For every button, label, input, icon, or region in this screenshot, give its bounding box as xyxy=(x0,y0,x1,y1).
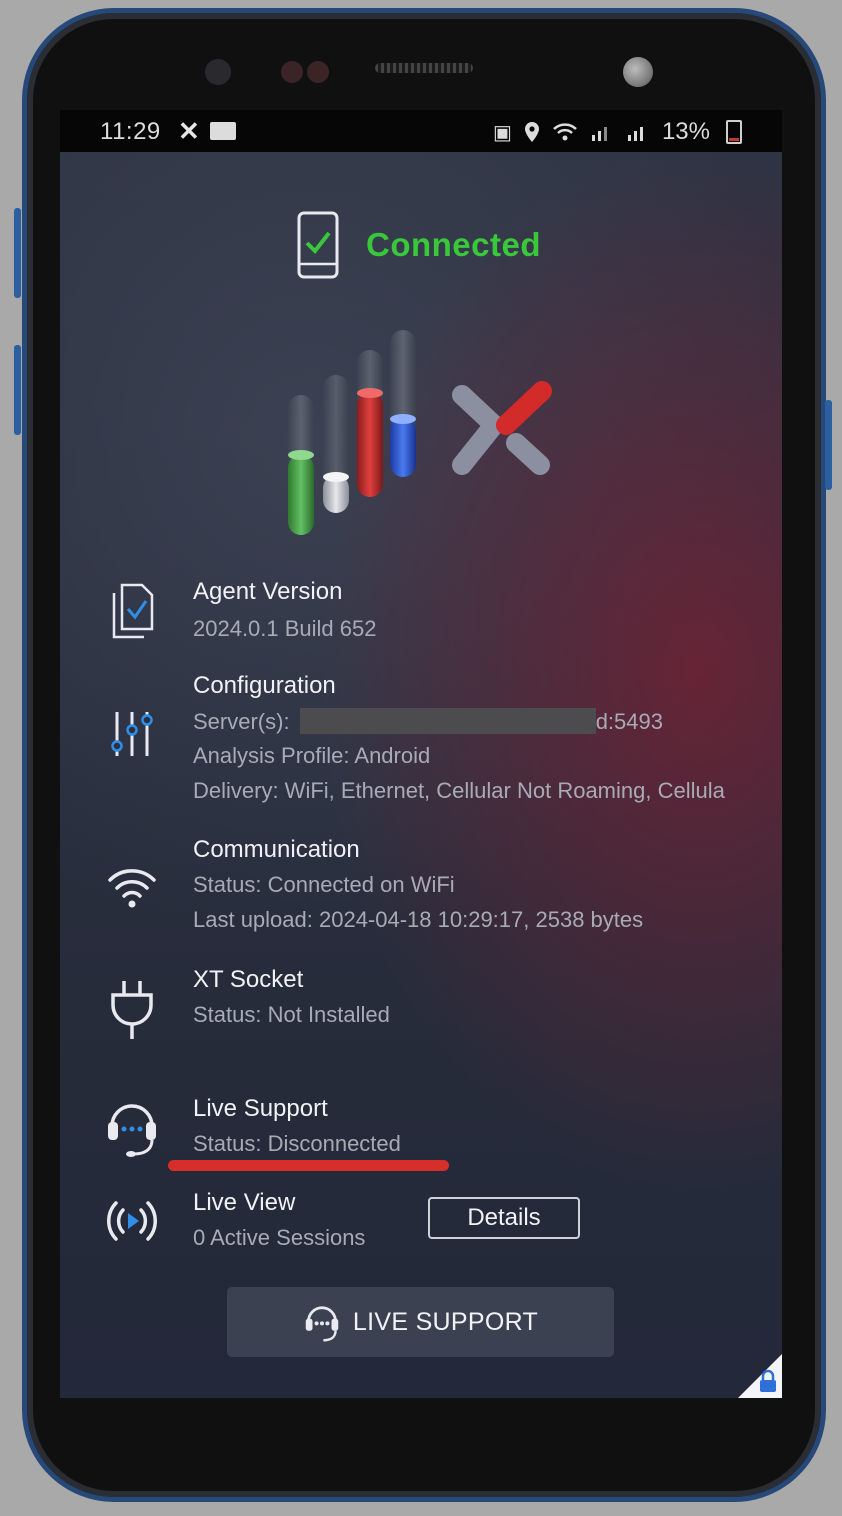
live-view-title: Live View xyxy=(193,1189,296,1216)
plug-icon xyxy=(104,980,160,1040)
wifi-icon xyxy=(104,858,160,918)
app-logo xyxy=(288,330,552,535)
signal-icon-2 xyxy=(627,127,643,141)
broadcast-icon xyxy=(104,1191,160,1251)
connected-label: Connected xyxy=(366,226,542,263)
server-port: d:5493 xyxy=(595,709,663,734)
live-support-button[interactable]: LIVE SUPPORT xyxy=(227,1287,614,1357)
xt-socket-status: Status: Not Installed xyxy=(193,1002,390,1027)
server-label: Server(s): xyxy=(193,709,296,734)
image-notification-icon xyxy=(210,122,236,140)
configuration-title: Configuration xyxy=(193,672,336,699)
live-support-title: Live Support xyxy=(193,1095,328,1122)
phone-check-icon xyxy=(297,211,339,279)
analysis-profile: Analysis Profile: Android xyxy=(193,743,431,768)
earpiece-speaker xyxy=(375,63,473,73)
briefcase-icon: ▣ xyxy=(493,121,512,144)
red-annotation-underline xyxy=(168,1160,449,1171)
status-bar: 11:29 ✕ ▣ 13% xyxy=(60,110,782,152)
volume-down-button xyxy=(14,345,21,435)
redacted-server-value xyxy=(299,708,596,734)
flash xyxy=(623,57,653,87)
server-line: Server(s): d:5493 xyxy=(193,708,663,735)
live-support-status: Status: Disconnected xyxy=(193,1131,401,1156)
sensor xyxy=(281,61,303,83)
document-check-icon xyxy=(104,582,160,642)
connection-status: Connected xyxy=(296,210,541,280)
status-time: 11:29 xyxy=(100,118,161,145)
headset-icon xyxy=(305,1306,339,1342)
live-view-sessions: 0 Active Sessions xyxy=(193,1225,366,1250)
delivery: Delivery: WiFi, Ethernet, Cellular Not R… xyxy=(193,778,725,803)
sliders-icon xyxy=(104,704,160,764)
sensor xyxy=(307,61,329,83)
power-button xyxy=(825,400,832,490)
agent-version-value: 2024.0.1 Build 652 xyxy=(193,616,377,641)
communication-status: Status: Connected on WiFi xyxy=(193,872,455,897)
location-icon xyxy=(524,122,539,142)
volume-up-button xyxy=(14,208,21,298)
app-notification-icon: ✕ xyxy=(178,116,200,146)
headset-icon xyxy=(104,1097,160,1157)
front-camera xyxy=(205,59,231,85)
agent-version-title: Agent Version xyxy=(193,578,343,605)
wifi-icon xyxy=(553,123,577,141)
status-icons: ▣ 13% xyxy=(493,118,742,146)
communication-title: Communication xyxy=(193,836,360,863)
app-screen: 11:29 ✕ ▣ 13% Connected Agent Version 20… xyxy=(60,110,782,1398)
details-button[interactable]: Details xyxy=(428,1197,580,1239)
live-support-button-label: LIVE SUPPORT xyxy=(352,1307,539,1336)
signal-icon xyxy=(591,127,607,141)
battery-percent: 13% xyxy=(661,118,710,145)
last-upload: Last upload: 2024-04-18 10:29:17, 2538 b… xyxy=(193,907,644,932)
lock-corner-icon[interactable] xyxy=(738,1354,782,1398)
battery-icon xyxy=(726,120,742,144)
xt-socket-title: XT Socket xyxy=(193,966,304,993)
